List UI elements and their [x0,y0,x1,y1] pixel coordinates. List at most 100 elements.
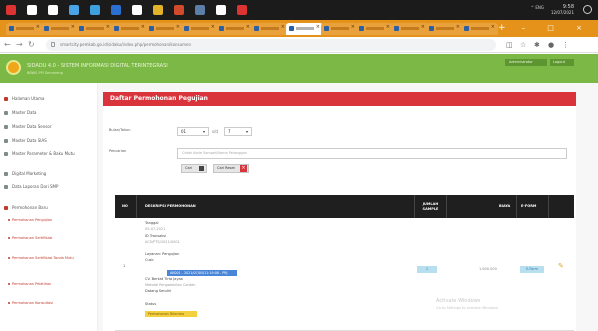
close-icon[interactable]: × [386,24,390,30]
profile-icon[interactable]: ● [548,41,554,49]
sidebar-subitem-label: Permohonan Sertifikasi Tanda Mutu [12,256,74,260]
tab-title [471,27,489,30]
back-icon[interactable]: ← [4,40,11,50]
extensions-icon[interactable]: ✱ [534,41,540,49]
browser-tab[interactable]: × [426,23,463,35]
search-input[interactable]: Cetak Kode Sampel/Nama Pelanggan [177,148,567,159]
reset-button[interactable]: Cari Reset × [213,164,249,173]
sidebar-subitem[interactable]: Permohonan Sertifikasi Tanda Mutu [8,256,94,261]
sidebar-item[interactable]: Master Data SIAS [4,138,96,143]
eform-button[interactable]: E-Form [520,266,544,273]
edge-icon[interactable] [90,5,100,15]
close-icon[interactable]: × [71,24,75,30]
browser-tab[interactable]: × [6,23,43,35]
window-controls[interactable]: – □ × [522,21,592,35]
sidebar-subitem[interactable]: Permohonan Konsultasi [8,301,94,306]
explorer-icon[interactable] [195,5,205,15]
app-title: SIDADU 4.0 - SISTEM INFORMASI DIGITAL TE… [27,63,168,69]
close-icon[interactable]: × [211,24,215,30]
photos-icon[interactable] [132,5,142,15]
tab-title [261,27,279,30]
browser-tab[interactable]: × [356,23,393,35]
close-icon[interactable]: × [491,24,495,30]
browser-tab[interactable]: × [391,23,428,35]
close-icon[interactable]: × [141,24,145,30]
browser-tab[interactable]: × [41,23,78,35]
store-icon[interactable] [69,5,79,15]
notification-icon[interactable] [583,5,592,14]
sidebar-item[interactable]: Permohonan Baru [4,205,96,210]
forward-icon[interactable]: → [16,40,23,50]
browser-tab[interactable]: × [286,23,323,35]
start-icon[interactable] [6,5,16,15]
close-icon[interactable]: × [36,24,40,30]
menu-icon[interactable]: ⋮ [562,41,569,49]
url-input[interactable]: smartcity.pemkab.go.id/sidaku/index.php/… [46,39,496,51]
bookmark-star-icon[interactable]: ☆ [520,41,526,49]
status-badge: Permohonan Diterima [145,311,197,317]
close-icon[interactable]: × [281,24,285,30]
reload-icon[interactable]: ↻ [28,40,35,50]
sidebar-subitem[interactable]: Permohonan Sertifikasi [8,236,94,241]
browser-tab[interactable]: × [111,23,148,35]
close-icon[interactable]: × [456,24,460,30]
edit-icon[interactable]: ✎ [558,262,564,270]
close-icon[interactable]: × [246,24,250,30]
browser-tab[interactable]: × [181,23,218,35]
sidebar-item[interactable]: Master Data Sensor [4,124,96,129]
sidebar-item[interactable]: Master Data [4,110,96,115]
close-icon[interactable]: × [176,24,180,30]
address-bar-row: ← → ↻ smartcity.pemkab.go.id/sidaku/inde… [0,37,598,53]
word-icon[interactable] [111,5,121,15]
sidebar-item[interactable]: Digital Marketing [4,171,96,176]
app-icon[interactable] [216,5,226,15]
app-subtitle: BBWS PPI Semarang [27,71,63,75]
sidebar-subitem-label: Permohonan Pelatihan [12,282,52,286]
record-icon[interactable] [237,5,247,15]
user-menu-button[interactable]: Administrator [505,59,547,66]
logout-button[interactable]: Logout [550,59,574,66]
sidebar-subitem[interactable]: Permohonan Pelatihan [8,282,94,287]
row-detail-line: ID Transaksi [145,234,167,238]
sidebar-item[interactable]: Halaman Utama [4,96,96,101]
panel-title: Daftar Permohonan Pegujian [103,92,576,106]
browser-tab[interactable]: × [251,23,288,35]
task-view-icon[interactable] [48,5,58,15]
row-number: 1 [123,264,126,268]
menu-icon [4,97,8,101]
tray-icons: ^ ENG [530,5,544,10]
favicon-icon [184,26,189,31]
sidebar-item[interactable]: Data Laporan Dari SMP [4,184,96,189]
browser-tab[interactable]: × [216,23,253,35]
year-select[interactable]: 7 ▾ [224,127,252,136]
sidebar-item-label: Master Data [12,110,37,115]
menu-icon [4,139,8,143]
search-button[interactable]: Cari [181,164,207,173]
close-icon[interactable]: × [316,24,320,30]
close-icon[interactable]: × [106,24,110,30]
search-icon[interactable] [27,5,37,15]
favicon-icon [9,26,14,31]
system-tray[interactable]: ^ ENG 9:58 12/07/2021 [531,4,574,16]
browser-tab[interactable]: × [76,23,113,35]
browser-tab[interactable]: × [146,23,183,35]
sidebar: Halaman Utama Master Data Master Data Sens… [0,83,98,331]
close-icon[interactable]: × [421,24,425,30]
month-select[interactable]: 01 ▾ [177,127,209,136]
browser-tab[interactable]: × [321,23,358,35]
watermark-title: Activate Windows [436,298,481,304]
sidebar-item[interactable]: Master Parameter & Baku Mutu [4,151,96,156]
chevron-down-icon: ▾ [202,129,205,134]
search-icon [199,166,204,171]
close-icon[interactable]: × [351,24,355,30]
close-icon: × [240,165,247,172]
new-tab-button[interactable]: + [498,21,506,35]
chrome-icon[interactable] [153,5,163,15]
ppt-icon[interactable] [174,5,184,15]
extension-icon[interactable]: ◫ [506,41,513,49]
sidebar-subitem[interactable]: Permohonan Pengujian [8,218,94,223]
search-button-label: Cari [185,166,192,170]
browser-tab[interactable]: × [461,23,498,35]
favicon-icon [149,26,154,31]
row-detail-line: CV. Berkat Tirta Jayaa [145,277,183,281]
